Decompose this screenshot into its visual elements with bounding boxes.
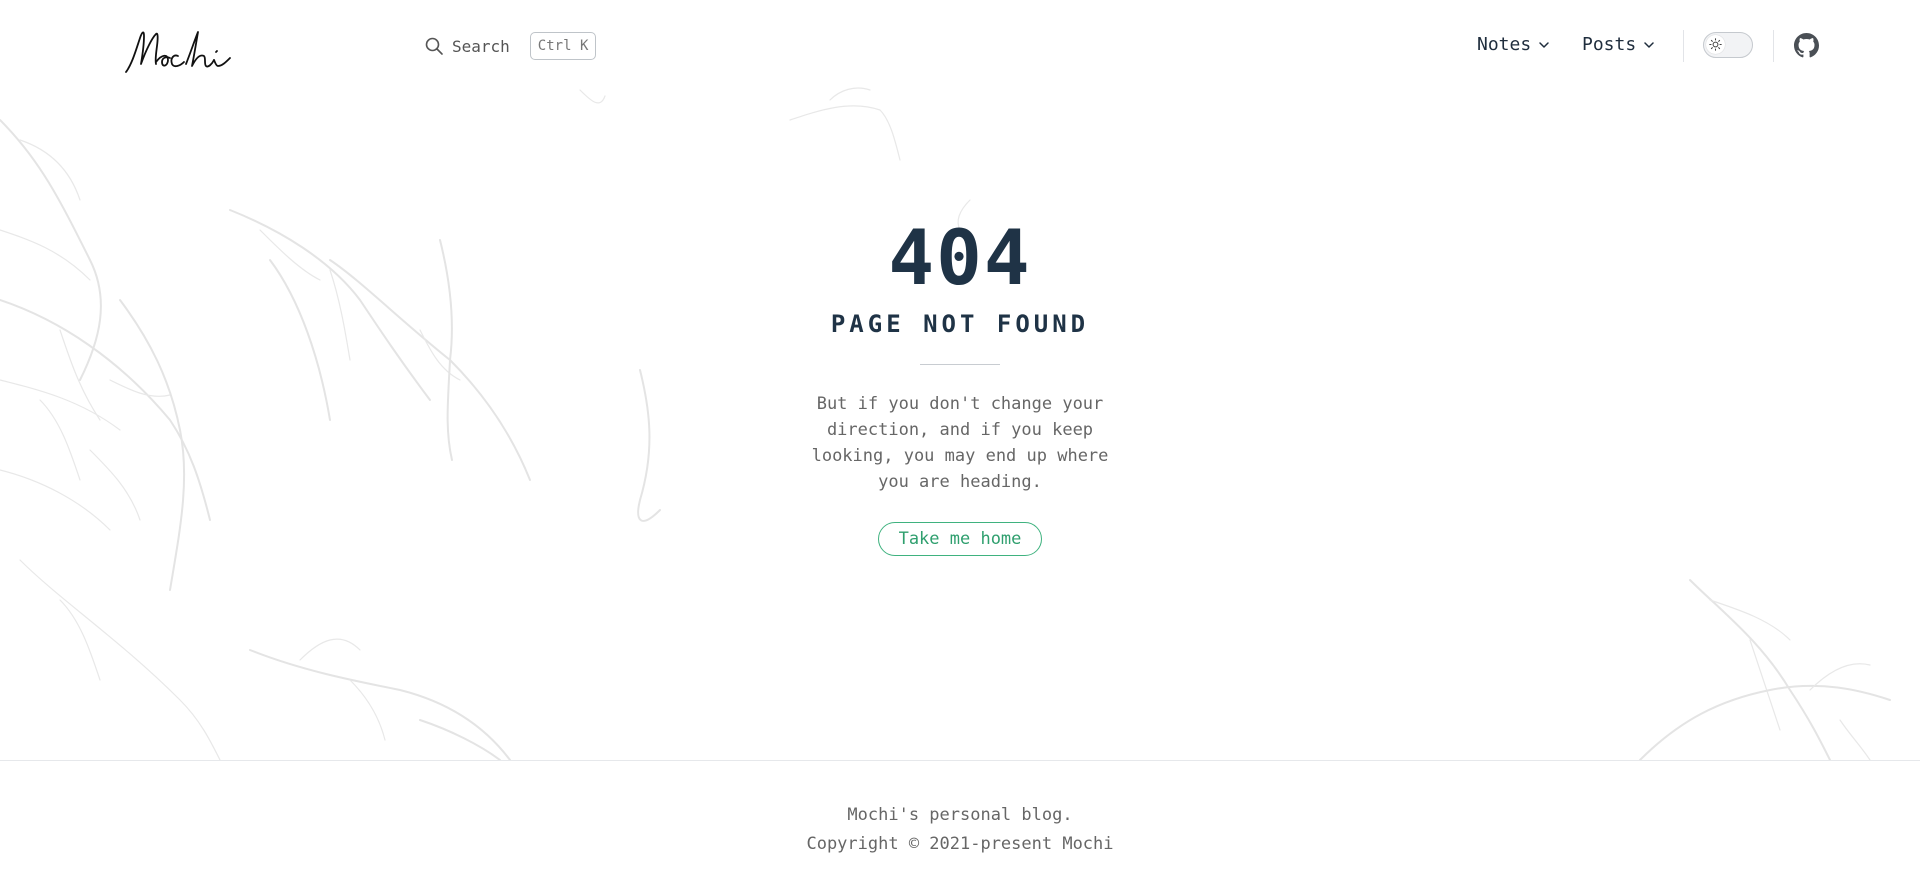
- nav-notes-dropdown[interactable]: Notes: [1477, 34, 1550, 55]
- page: Search Ctrl K Notes Posts 404 PAGE NOT F…: [0, 0, 1920, 889]
- mochi-signature-logo[interactable]: [122, 24, 237, 78]
- chevron-down-icon: [1644, 41, 1654, 48]
- take-me-home-button[interactable]: Take me home: [877, 522, 1043, 556]
- nav-divider: [1683, 30, 1684, 62]
- error-message: But if you don't change your direction, …: [811, 394, 1109, 492]
- chevron-down-icon: [1539, 41, 1549, 48]
- nav-divider: [1773, 30, 1774, 62]
- top-bar: Search Ctrl K Notes Posts: [0, 0, 1920, 92]
- theme-toggle[interactable]: [1703, 32, 1753, 58]
- nav-posts-dropdown[interactable]: Posts: [1582, 34, 1655, 55]
- footer-blog-description: Mochi's personal blog.: [847, 805, 1073, 825]
- nav-posts-label: Posts: [1582, 34, 1637, 55]
- search-label: Search: [452, 36, 510, 56]
- error-title: PAGE NOT FOUND: [830, 310, 1090, 338]
- search-shortcut-hint: Ctrl K: [529, 32, 597, 60]
- not-found-section: 404 PAGE NOT FOUND But if you don't chan…: [0, 200, 1920, 556]
- error-code: 404: [888, 213, 1032, 302]
- footer-copyright: Copyright © 2021-present Mochi: [806, 834, 1114, 854]
- theme-toggle-knob: [1706, 35, 1725, 54]
- footer: Mochi's personal blog. Copyright © 2021-…: [0, 760, 1920, 889]
- sun-icon: [1709, 38, 1722, 51]
- github-icon[interactable]: [1794, 33, 1819, 58]
- search-icon: [425, 37, 443, 55]
- search-button[interactable]: Search Ctrl K: [424, 30, 597, 62]
- section-divider: [920, 364, 1000, 365]
- nav-notes-label: Notes: [1477, 34, 1532, 55]
